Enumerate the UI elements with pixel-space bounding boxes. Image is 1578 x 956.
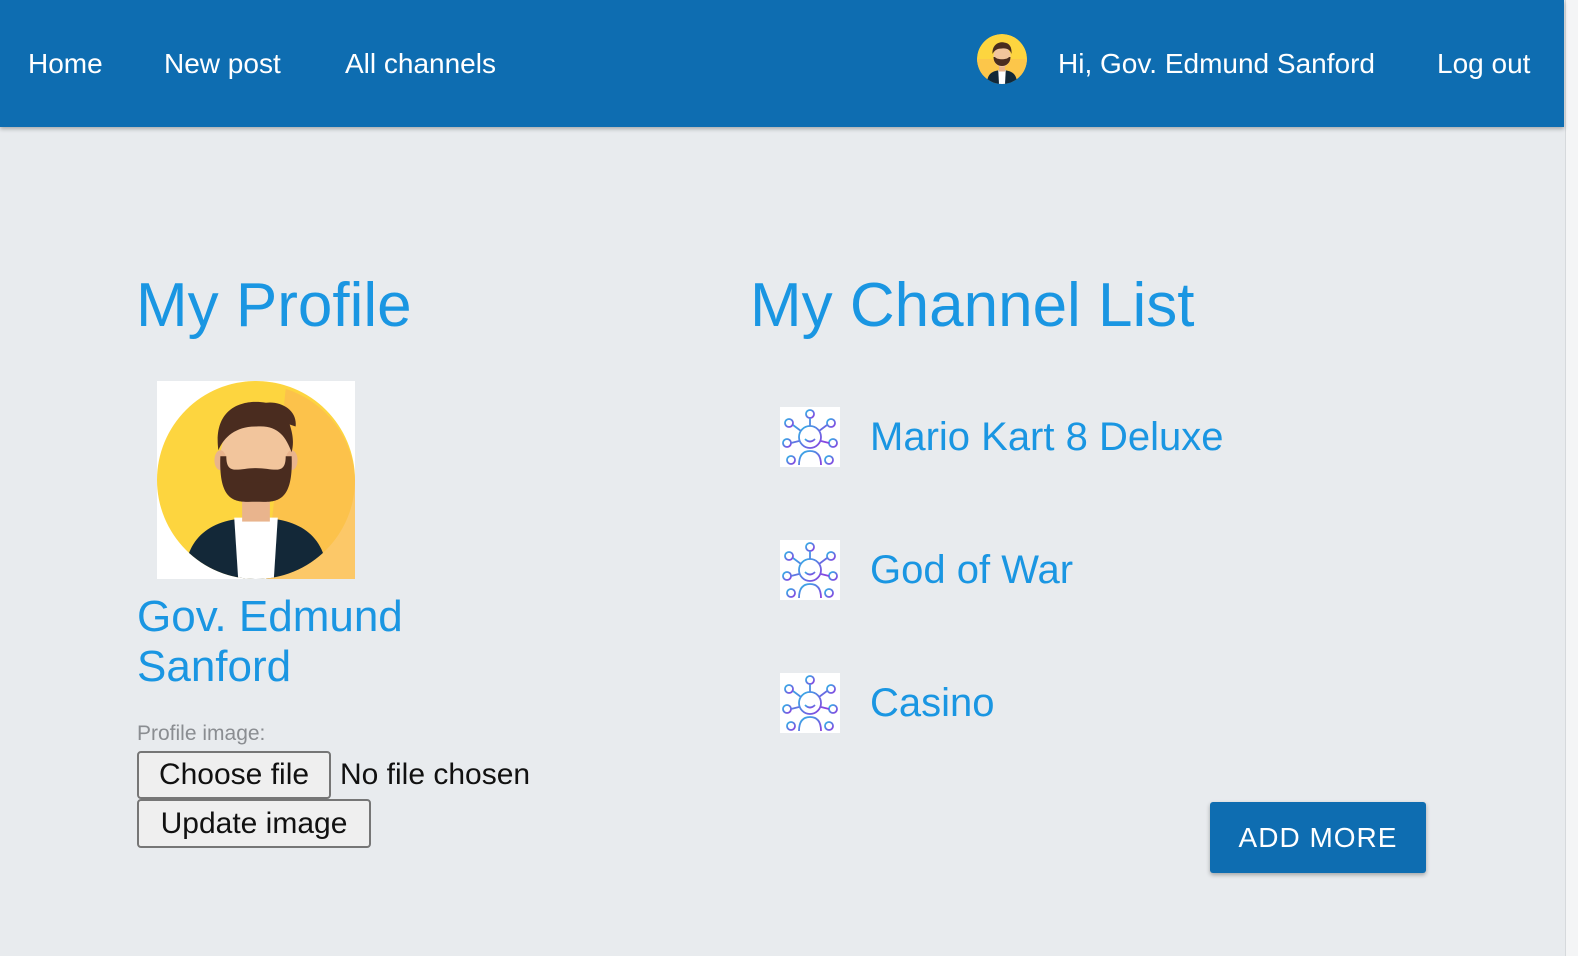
community-network-icon <box>780 407 840 467</box>
choose-file-button[interactable]: Choose file <box>137 751 331 799</box>
top-navbar: Home New post All channels Hi, Gov. Edmu… <box>0 0 1564 127</box>
update-image-button[interactable]: Update image <box>137 799 371 848</box>
user-greeting: Hi, Gov. Edmund Sanford <box>1058 48 1375 79</box>
nav-home-link[interactable]: Home <box>28 0 103 127</box>
nav-logout-link[interactable]: Log out <box>1437 0 1530 127</box>
user-avatar-icon <box>977 34 1027 84</box>
channel-item-casino[interactable]: Casino <box>780 673 1340 735</box>
channel-list-heading: My Channel List <box>750 271 1195 340</box>
page: Home New post All channels Hi, Gov. Edmu… <box>0 0 1578 956</box>
nav-all-channels-link[interactable]: All channels <box>345 0 496 127</box>
channel-item-god-of-war[interactable]: God of War <box>780 540 1340 602</box>
profile-name: Gov. Edmund Sanford <box>137 592 403 691</box>
channel-item-mario-kart[interactable]: Mario Kart 8 Deluxe <box>780 407 1340 469</box>
community-network-icon <box>780 673 840 733</box>
channel-name: God of War <box>870 548 1074 592</box>
add-more-button[interactable]: ADD MORE <box>1210 802 1426 873</box>
profile-heading: My Profile <box>136 271 412 340</box>
file-status-text: No file chosen <box>340 758 531 791</box>
nav-new-post-link[interactable]: New post <box>164 0 281 127</box>
profile-avatar-image <box>157 381 355 579</box>
community-network-icon <box>780 540 840 600</box>
channel-name: Mario Kart 8 Deluxe <box>870 415 1224 459</box>
channel-name: Casino <box>870 681 995 725</box>
profile-image-label: Profile image: <box>137 722 266 745</box>
